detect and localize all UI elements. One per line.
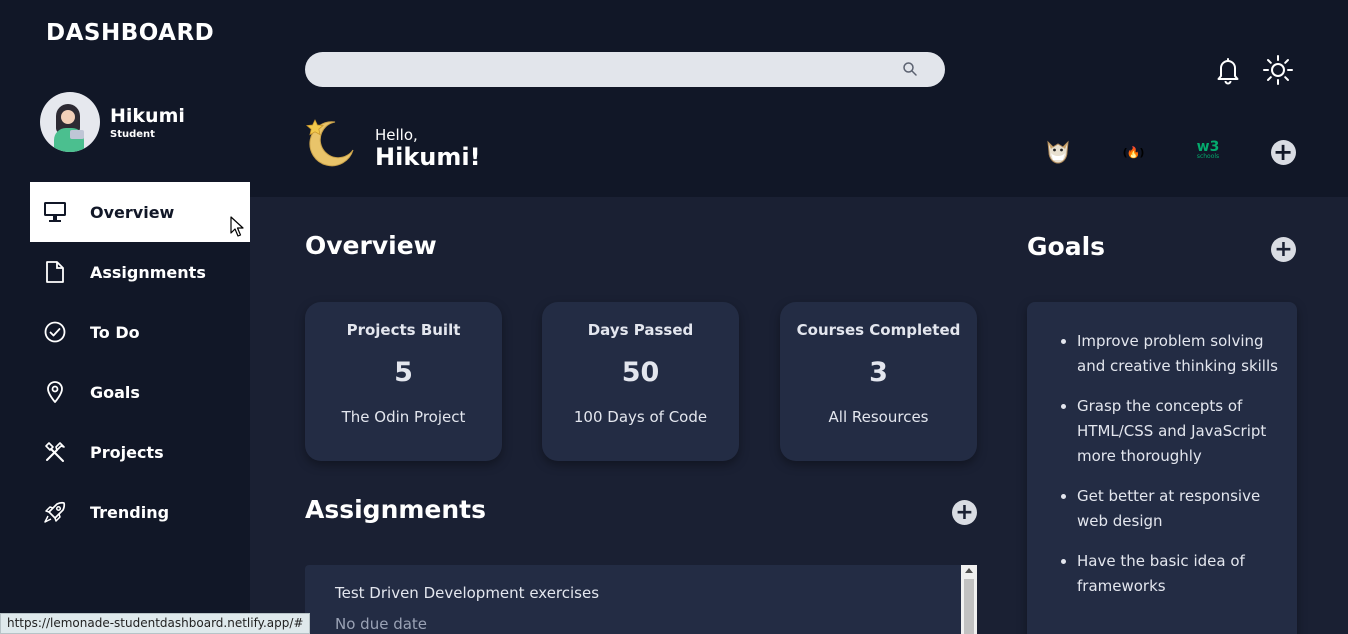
stat-subtitle: The Odin Project [341, 408, 466, 426]
avatar [40, 92, 100, 152]
sidebar-item-label: Goals [90, 382, 140, 402]
stat-value: 50 [621, 357, 660, 388]
assignment-due-date: No due date [335, 615, 428, 633]
goals-list: Improve problem solving and creative thi… [1077, 329, 1282, 614]
scroll-thumb[interactable] [964, 579, 974, 634]
tools-icon [42, 439, 68, 465]
sidebar-item-label: To Do [90, 322, 140, 342]
add-link-button[interactable]: + [1268, 137, 1298, 167]
stat-title: Courses Completed [796, 321, 961, 339]
list-item: Improve problem solving and creative thi… [1077, 329, 1282, 379]
moon-star-icon [305, 116, 357, 168]
list-item: Have the basic idea of frameworks [1077, 549, 1282, 599]
freecodecamp-icon[interactable]: (🔥) [1118, 137, 1148, 167]
sidebar-item-label: Overview [90, 202, 175, 222]
list-item: Grasp the concepts of HTML/CSS and JavaS… [1077, 394, 1282, 469]
add-goal-button[interactable]: + [1271, 237, 1296, 262]
greeting-name: Hikumi! [375, 143, 481, 171]
sidebar-item-label: Trending [90, 502, 170, 522]
stat-card-days: Days Passed 50 100 Days of Code [542, 302, 739, 461]
stat-subtitle: 100 Days of Code [573, 408, 708, 426]
assignments-list: Test Driven Development exercises No due… [305, 565, 977, 634]
sidebar-item-todo[interactable]: To Do [30, 302, 250, 362]
scroll-up-arrow-icon[interactable] [965, 568, 973, 573]
user-profile: Hikumi Student [40, 92, 185, 152]
check-circle-icon [42, 319, 68, 345]
stat-card-courses: Courses Completed 3 All Resources [780, 302, 977, 461]
plus-icon: + [1274, 237, 1293, 262]
profile-role: Student [110, 128, 155, 140]
w3schools-icon[interactable]: w3 schools [1193, 137, 1223, 167]
plus-icon: + [955, 500, 974, 525]
goals-title: Goals [1027, 232, 1106, 261]
stat-subtitle: All Resources [828, 408, 929, 426]
sidebar-item-overview[interactable]: Overview [30, 182, 250, 242]
sidebar-nav: Overview Assignments To Do Goals Project… [30, 182, 250, 542]
sidebar-item-label: Assignments [90, 262, 206, 282]
file-icon [42, 259, 68, 285]
sidebar-item-assignments[interactable]: Assignments [30, 242, 250, 302]
sidebar-item-trending[interactable]: Trending [30, 482, 250, 542]
sidebar-item-label: Projects [90, 442, 164, 462]
rocket-icon [42, 499, 68, 525]
assignment-title: Test Driven Development exercises [335, 584, 600, 602]
assignments-title: Assignments [305, 495, 487, 524]
w3-label: w3 [1196, 139, 1220, 155]
freecodecamp-label: (🔥) [1122, 145, 1145, 159]
plus-icon: + [1270, 139, 1296, 165]
mouse-cursor-icon [230, 216, 244, 238]
search-icon[interactable] [902, 61, 918, 77]
stat-title: Projects Built [346, 321, 461, 339]
stat-value: 3 [869, 357, 888, 388]
greeting-text: Hello, [375, 126, 418, 144]
search-input[interactable] [305, 52, 945, 87]
list-item: Get better at responsive web design [1077, 484, 1282, 534]
map-pin-icon [42, 379, 68, 405]
status-url: https://lemonade-studentdashboard.netlif… [0, 613, 311, 634]
goals-panel: Improve problem solving and creative thi… [1027, 302, 1297, 634]
sidebar-item-projects[interactable]: Projects [30, 422, 250, 482]
w3-sub-label: schools [1196, 153, 1220, 160]
scrollbar[interactable] [961, 565, 977, 634]
overview-title: Overview [305, 231, 437, 260]
sun-icon[interactable] [1262, 54, 1294, 86]
top-header: Hello, Hikumi! (🔥) w3 schools + [250, 0, 1348, 197]
stat-title: Days Passed [587, 321, 694, 339]
profile-name: Hikumi [110, 104, 185, 127]
sidebar-item-goals[interactable]: Goals [30, 362, 250, 422]
stat-card-projects: Projects Built 5 The Odin Project [305, 302, 502, 461]
sidebar: DASHBOARD Hikumi Student Overview Assign… [0, 0, 250, 634]
add-assignment-button[interactable]: + [952, 500, 977, 525]
monitor-icon [42, 199, 68, 225]
codewars-icon[interactable] [1043, 137, 1073, 167]
bell-icon[interactable] [1212, 54, 1244, 86]
brand-title: DASHBOARD [46, 20, 215, 46]
stat-value: 5 [394, 357, 413, 388]
